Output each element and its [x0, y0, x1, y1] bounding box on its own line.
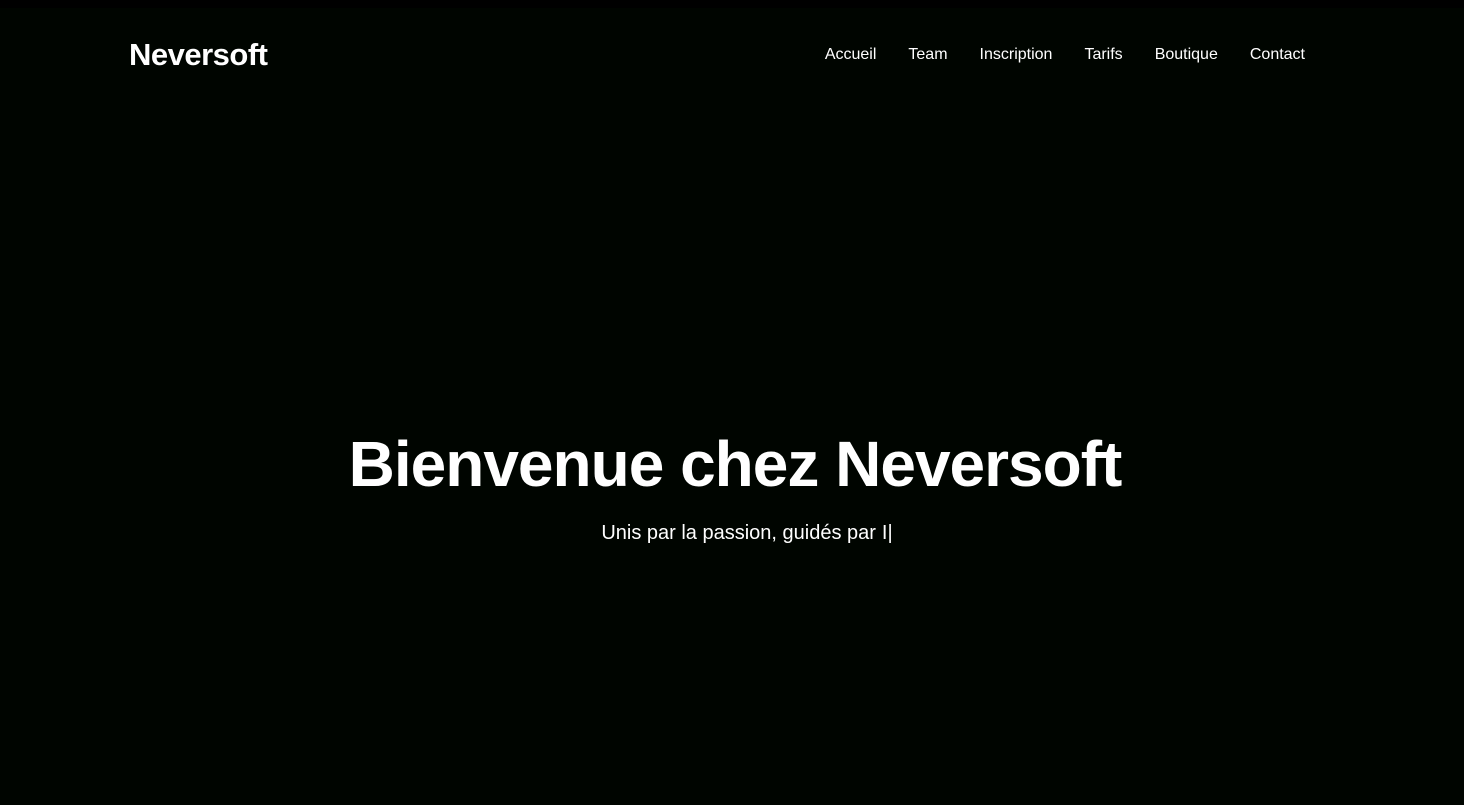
- nav-item-accueil: Accueil: [825, 46, 877, 64]
- hero-section: Bienvenue chez Neversoft Unis par la pas…: [0, 426, 1464, 545]
- nav-item-contact: Contact: [1250, 46, 1305, 64]
- nav-item-boutique: Boutique: [1155, 46, 1218, 64]
- main-nav: Accueil Team Inscription Tarifs Boutique…: [825, 46, 1305, 64]
- nav-item-tarifs: Tarifs: [1084, 46, 1122, 64]
- typing-cursor: I|: [881, 522, 893, 544]
- hero-subtitle-text: Unis par la passion, guidés par: [601, 522, 876, 544]
- hero-title: Bienvenue chez Neversoft: [348, 428, 1123, 500]
- nav-item-team: Team: [908, 46, 947, 64]
- nav-link-boutique[interactable]: Boutique: [1155, 46, 1218, 63]
- nav-link-tarifs[interactable]: Tarifs: [1084, 46, 1122, 63]
- nav-link-team[interactable]: Team: [908, 46, 947, 63]
- nav-link-accueil[interactable]: Accueil: [825, 46, 877, 63]
- nav-link-contact[interactable]: Contact: [1250, 46, 1305, 63]
- logo-link[interactable]: Neversoft: [129, 37, 268, 73]
- hero-subtitle: Unis par la passion, guidés par I|: [0, 522, 1464, 545]
- page: Neversoft Accueil Team Inscription Tarif…: [0, 0, 1464, 805]
- nav-item-inscription: Inscription: [980, 46, 1053, 64]
- site-header: Neversoft Accueil Team Inscription Tarif…: [0, 8, 1464, 108]
- nav-link-inscription[interactable]: Inscription: [980, 46, 1053, 63]
